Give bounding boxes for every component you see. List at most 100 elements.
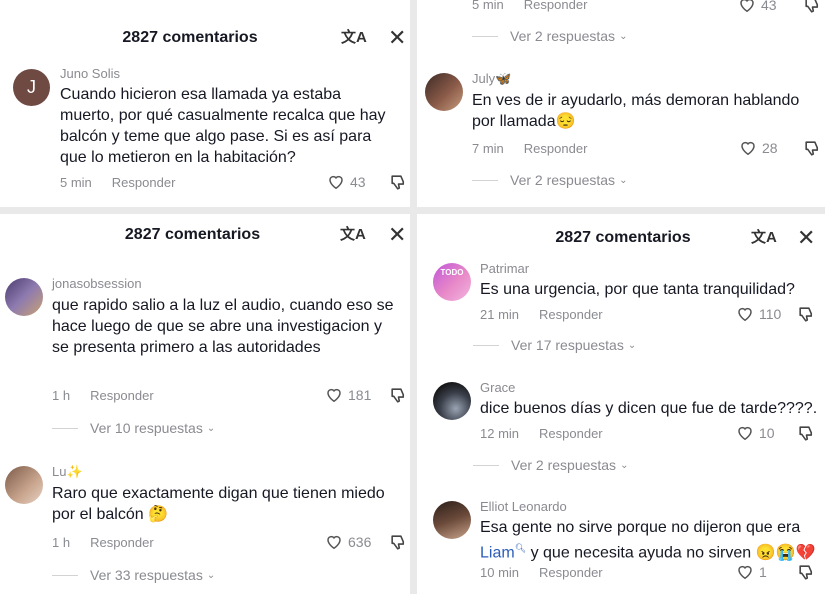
heart-icon	[738, 426, 752, 441]
comments-header: 2827 comentarios 文A ✕	[417, 223, 825, 253]
search-icon: 🔍︎	[514, 543, 527, 553]
like-button[interactable]: 28	[739, 139, 778, 156]
avatar[interactable]	[433, 382, 471, 420]
close-icon[interactable]: ✕	[388, 23, 406, 53]
comment-time: 12 min	[480, 426, 520, 441]
avatar[interactable]	[433, 501, 471, 539]
comment-meta: 12 min Responder	[480, 426, 603, 441]
comment-text-part: Esa gente no sirve porque no dijeron que…	[480, 519, 801, 536]
mention-link[interactable]: Liam	[480, 544, 515, 561]
dislike-icon[interactable]	[389, 173, 408, 192]
chevron-down-icon: ⌄	[620, 459, 629, 471]
like-count: 1	[759, 563, 767, 580]
like-button[interactable]: 636	[325, 533, 371, 550]
comment-time: 5 min	[472, 0, 504, 12]
comment-text: que rapido salio a la luz el audio, cuan…	[52, 297, 394, 356]
heart-icon	[329, 175, 343, 190]
reply-button[interactable]: Responder	[539, 426, 603, 441]
view-replies-button[interactable]: Ver 33 respuestas ⌄	[52, 567, 215, 583]
comments-header: 2827 comentarios 文A ✕	[0, 220, 410, 250]
reply-button[interactable]: Responder	[524, 0, 588, 12]
view-replies-button[interactable]: Ver 10 respuestas ⌄	[52, 420, 215, 436]
comments-panel-4: 2827 comentarios 文A ✕ TODO Patrimar Es u…	[417, 214, 825, 594]
comment-text: Esa gente no sirve porque no dijeron que…	[480, 517, 820, 563]
dislike-icon[interactable]	[389, 533, 408, 552]
like-button[interactable]: 43	[738, 0, 777, 13]
view-replies-button[interactable]: Ver 17 respuestas ⌄	[473, 337, 636, 353]
translate-icon[interactable]: 文A	[751, 223, 777, 253]
like-button[interactable]: 43	[327, 173, 366, 190]
like-button[interactable]: 181	[325, 386, 371, 403]
avatar[interactable]	[5, 466, 43, 504]
comment-username[interactable]: Lu✨	[52, 464, 83, 480]
heart-icon	[327, 535, 341, 550]
like-count: 43	[350, 173, 366, 190]
reply-button[interactable]: Responder	[90, 388, 154, 403]
like-button[interactable]: 1	[736, 563, 767, 580]
heart-icon	[738, 307, 752, 322]
comment-meta: 10 min Responder	[480, 565, 603, 580]
avatar[interactable]	[5, 278, 43, 316]
dislike-icon[interactable]	[803, 0, 822, 15]
comment-meta: 1 h Responder	[52, 535, 154, 550]
comment-time: 7 min	[472, 141, 504, 156]
heart-icon	[740, 0, 754, 13]
chevron-down-icon: ⌄	[619, 30, 628, 42]
comment-text-part: y que necesita ayuda no sirven 😠😭💔	[526, 544, 816, 562]
comment-username[interactable]: Juno Solis	[60, 66, 120, 81]
reply-button[interactable]: Responder	[539, 565, 603, 580]
like-count: 10	[759, 424, 775, 441]
comment-meta: 7 min Responder	[472, 141, 587, 156]
chevron-down-icon: ⌄	[206, 569, 216, 581]
comment-username[interactable]: jonasobsession	[52, 276, 142, 291]
dislike-icon[interactable]	[803, 139, 822, 158]
avatar[interactable]: J	[13, 69, 50, 106]
view-replies-button[interactable]: Ver 2 respuestas ⌄	[473, 457, 628, 473]
reply-button[interactable]: Responder	[112, 175, 176, 190]
comment-text: Es una urgencia, por que tanta tranquili…	[480, 281, 795, 298]
like-button[interactable]: 10	[736, 424, 775, 441]
translate-icon[interactable]: 文A	[341, 23, 367, 53]
reply-button[interactable]: Responder	[539, 307, 603, 322]
comment-time: 10 min	[480, 565, 520, 580]
chevron-down-icon: ⌄	[619, 174, 628, 186]
avatar[interactable]: TODO	[433, 263, 471, 301]
dislike-icon[interactable]	[797, 424, 816, 443]
comment-text: Raro que exactamente digan que tienen mi…	[52, 485, 385, 523]
like-count: 636	[348, 533, 372, 550]
comment-username[interactable]: Elliot Leonardo	[480, 499, 567, 514]
close-icon[interactable]: ✕	[388, 220, 406, 250]
like-count: 28	[762, 139, 778, 156]
comment-time: 1 h	[52, 388, 71, 403]
reply-button[interactable]: Responder	[524, 141, 588, 156]
close-icon[interactable]: ✕	[797, 223, 815, 253]
avatar[interactable]	[425, 73, 463, 111]
comment-meta: 21 min Responder	[480, 307, 603, 322]
dislike-icon[interactable]	[389, 386, 408, 405]
reply-button[interactable]: Responder	[90, 535, 154, 550]
comment-username[interactable]: Patrimar	[480, 261, 529, 276]
translate-icon[interactable]: 文A	[340, 220, 366, 250]
heart-icon	[327, 388, 341, 403]
heart-icon	[738, 565, 752, 580]
comments-header: 2827 comentarios 文A ✕	[0, 23, 410, 53]
comment-username[interactable]: Grace	[480, 380, 515, 395]
heart-icon	[741, 141, 755, 156]
comment-meta: 1 h Responder	[52, 388, 154, 403]
like-button[interactable]: 110	[736, 305, 781, 322]
comment-time: 1 h	[52, 535, 71, 550]
comment-meta: 5 min Responder	[60, 175, 175, 190]
comment-time: 21 min	[480, 307, 520, 322]
chevron-down-icon: ⌄	[627, 339, 637, 351]
dislike-icon[interactable]	[797, 305, 816, 324]
comment-time: 5 min	[60, 175, 92, 190]
view-replies-button[interactable]: Ver 2 respuestas ⌄	[472, 172, 627, 188]
comment-text: Cuando hicieron esa llamada ya estaba mu…	[60, 86, 386, 166]
like-count: 181	[348, 386, 372, 403]
dislike-icon[interactable]	[797, 563, 816, 582]
view-replies-button[interactable]: Ver 2 respuestas ⌄	[472, 28, 627, 44]
comment-username[interactable]: July🦋	[472, 71, 511, 87]
like-count: 110	[759, 305, 782, 322]
comments-panel-2: 5 min Responder 43 Ver 2 respuestas ⌄ July…	[417, 0, 825, 207]
chevron-down-icon: ⌄	[206, 422, 216, 434]
